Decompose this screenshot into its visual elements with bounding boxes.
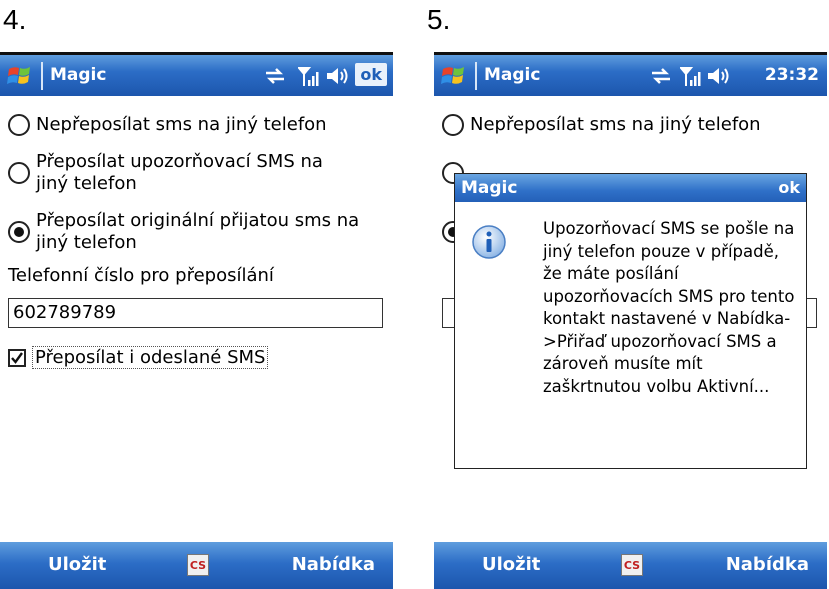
app-title: Magic — [50, 65, 107, 85]
radio-button — [442, 114, 464, 136]
settings-form: Nepřeposílat sms na jiný telefon Přeposí… — [0, 96, 393, 542]
info-icon — [472, 225, 506, 259]
signal-bars-icon[interactable] — [298, 64, 320, 88]
dialog-ok-button[interactable]: ok — [778, 178, 800, 197]
title-bar: Magic ok — [0, 52, 393, 96]
dialog-title-bar: Magic ok — [455, 174, 806, 202]
step-number-5: 5. — [427, 4, 451, 35]
menu-softkey[interactable]: Nabídka — [292, 554, 375, 575]
title-separator — [41, 62, 43, 90]
cs-input-icon[interactable]: CS — [187, 554, 209, 576]
sync-arrows-icon[interactable] — [264, 64, 286, 88]
ok-button[interactable]: ok — [355, 63, 387, 86]
app-title: Magic — [484, 65, 541, 85]
radio-button[interactable] — [8, 162, 30, 184]
step-number-4: 4. — [3, 4, 27, 35]
radio-button[interactable] — [8, 114, 30, 136]
save-softkey[interactable]: Uložit — [48, 554, 106, 575]
windows-flag-icon[interactable] — [6, 63, 34, 89]
option-label: Přeposílat upozorňovací SMS na jiný tele… — [36, 151, 323, 194]
radio-button-selected[interactable] — [8, 221, 30, 243]
checkbox-checked[interactable] — [8, 348, 26, 367]
dialog-message: Upozorňovací SMS se pošle na jiný telefo… — [543, 219, 795, 396]
option-label: Přeposílat originální přijatou sms na ji… — [36, 210, 360, 253]
speaker-icon[interactable] — [706, 64, 732, 88]
windows-flag-icon[interactable] — [440, 63, 468, 89]
softkey-bar: Uložit CS Nabídka — [434, 542, 827, 589]
phone-screen-5: Magic 23:32 Nepřeposílat sms na jiný tel… — [434, 52, 827, 589]
option-no-forward[interactable]: Nepřeposílat sms na jiný telefon — [8, 114, 327, 136]
info-dialog: Magic ok Upozorňovací SMS se pošle na ji… — [454, 173, 807, 469]
phone-number-label: Telefonní číslo pro přeposílání — [8, 265, 274, 286]
sync-arrows-icon[interactable] — [650, 64, 672, 88]
signal-bars-icon[interactable] — [680, 64, 702, 88]
option-label: Nepřeposílat sms na jiný telefon — [470, 114, 761, 135]
phone-screen-4: Magic ok Nepřeposílat sms na jiný telefo… — [0, 52, 393, 589]
softkey-bar: Uložit CS Nabídka — [0, 542, 393, 589]
checkbox-label: Přeposílat i odeslané SMS — [32, 346, 269, 369]
option-forward-original[interactable]: Přeposílat originální přijatou sms na ji… — [8, 210, 388, 254]
option-forward-alert[interactable]: Přeposílat upozorňovací SMS na jiný tele… — [8, 151, 338, 195]
settings-form-background: Nepřeposílat sms na jiný telefon Magic o… — [434, 96, 827, 542]
dialog-title: Magic — [461, 178, 518, 198]
phone-number-input[interactable]: 602789789 — [8, 298, 383, 328]
title-bar: Magic 23:32 — [434, 52, 827, 96]
clock[interactable]: 23:32 — [765, 65, 819, 85]
title-separator — [475, 62, 477, 90]
option-label: Nepřeposílat sms na jiný telefon — [36, 114, 327, 135]
cs-input-icon[interactable]: CS — [621, 554, 643, 576]
forward-sent-option[interactable]: Přeposílat i odeslané SMS — [8, 346, 269, 369]
option-no-forward: Nepřeposílat sms na jiný telefon — [442, 114, 761, 136]
save-softkey[interactable]: Uložit — [482, 554, 540, 575]
checkmark-icon — [11, 351, 23, 364]
menu-softkey[interactable]: Nabídka — [726, 554, 809, 575]
speaker-icon[interactable] — [325, 64, 351, 88]
